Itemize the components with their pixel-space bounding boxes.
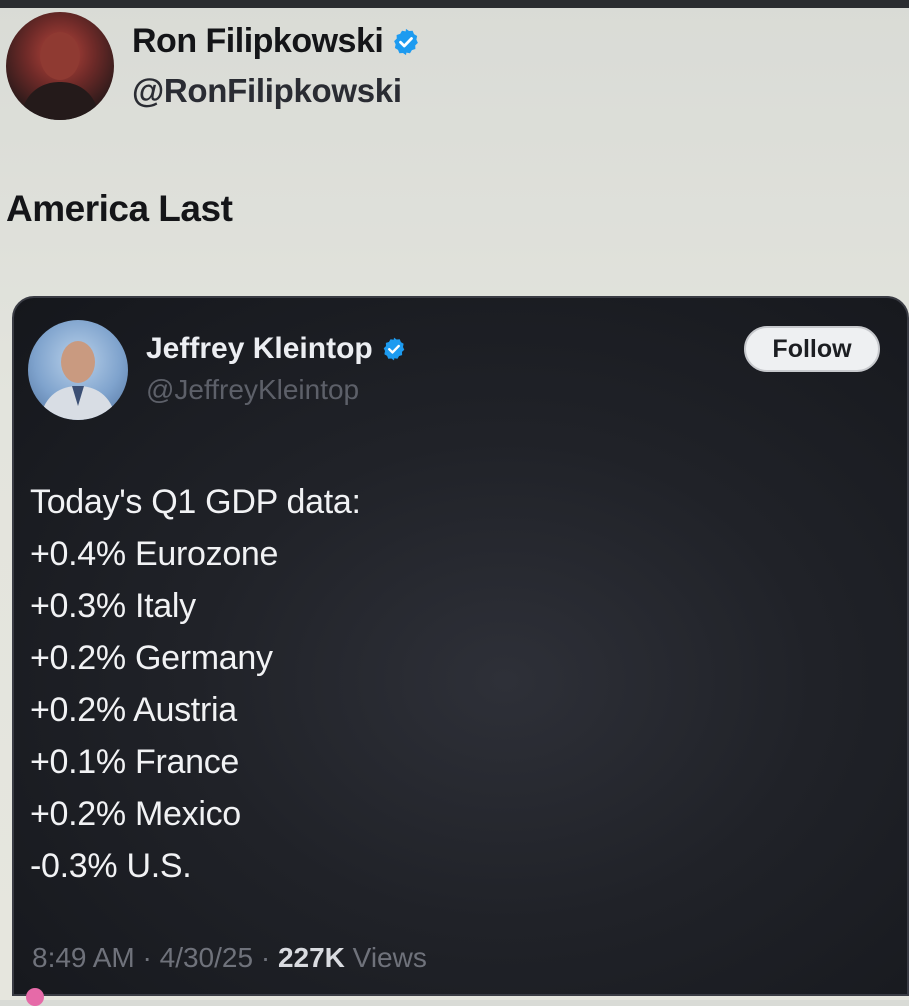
screen-top-edge [0,0,909,8]
verified-badge-icon [381,336,407,362]
meta-separator: · [142,942,152,973]
quoted-tweet-card[interactable]: Jeffrey Kleintop @JeffreyKleintop Follow… [12,296,909,996]
tweet-line: +0.3% Italy [30,587,196,625]
quoted-handle[interactable]: @JeffreyKleintop [146,374,359,406]
tweet-meta-row: 8:49 AM · 4/30/25 · 227K Views [32,942,427,974]
tweet-line: +0.1% France [30,743,240,781]
quoted-name-row: Jeffrey Kleintop [146,332,407,366]
tweet-line: +0.4% Eurozone [30,535,279,573]
meta-separator: · [260,942,271,973]
tweet-date[interactable]: 4/30/25 [160,942,253,973]
tweet-line: +0.2% Mexico [30,795,241,833]
quoted-tweet-text: Today's Q1 GDP data: +0.4% Eurozone +0.3… [30,476,361,892]
outer-name-row: Ron Filipkowski [132,22,421,61]
outer-display-name[interactable]: Ron Filipkowski [132,22,384,61]
outer-avatar[interactable] [6,12,114,120]
quoted-avatar[interactable] [28,320,128,420]
tweet-line: +0.2% Germany [30,639,273,677]
tweet-text: America Last [6,188,233,229]
outer-handle[interactable]: @RonFilipkowski [132,72,402,110]
views-label: Views [352,942,427,973]
follow-button[interactable]: Follow [744,326,880,372]
verified-badge-icon [391,27,421,57]
tweet-line: +0.2% Austria [30,691,237,729]
tweet-line: Today's Q1 GDP data: [30,483,361,521]
views-count: 227K [277,942,345,973]
tweet-line: -0.3% U.S. [30,847,192,885]
tweet-time[interactable]: 8:49 AM [32,942,135,973]
notification-dot [26,988,44,1006]
quoted-display-name[interactable]: Jeffrey Kleintop [146,332,373,366]
